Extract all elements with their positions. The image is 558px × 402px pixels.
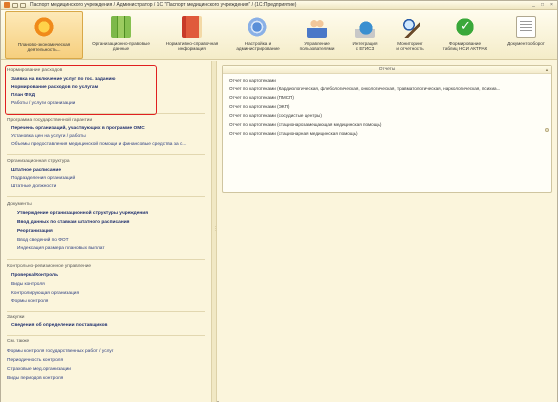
scroll-up-icon[interactable]: ▲ xyxy=(545,67,549,72)
nav-link[interactable]: Реорганизация xyxy=(17,229,53,234)
search-icon xyxy=(400,16,420,38)
divider xyxy=(7,196,205,197)
app-logo-icon xyxy=(4,2,10,8)
nav-link[interactable]: Штатные должности xyxy=(11,184,56,189)
nav-link[interactable]: Периодичность контроля xyxy=(7,358,63,363)
globe-icon xyxy=(355,16,375,38)
section-label: Настройка и администрирование xyxy=(236,41,280,51)
nav-link[interactable]: Контролирующая организация xyxy=(11,291,79,296)
red-book-icon xyxy=(182,16,202,38)
section-header: Организационная структура xyxy=(7,159,70,164)
report-link[interactable]: Отчет по картотеками (стационарная медиц… xyxy=(229,131,358,136)
nav-link[interactable]: Подразделения организаций xyxy=(11,176,75,181)
nav-link[interactable]: Установка цен на услуги / работы xyxy=(11,134,86,139)
divider xyxy=(7,259,205,260)
section-egisz[interactable]: Интеграция с ЕГИСЗ xyxy=(345,11,385,59)
scrollbar-thumb[interactable] xyxy=(545,128,549,132)
minimize-button[interactable]: _ xyxy=(530,2,537,8)
section-document-flow[interactable]: Документооборот xyxy=(497,11,555,59)
maximize-button[interactable]: □ xyxy=(539,2,546,8)
close-button[interactable]: × xyxy=(548,2,555,8)
section-legal-data[interactable]: Организационно-правовые данные xyxy=(85,11,157,59)
window-controls: _ □ × xyxy=(530,2,555,8)
section-nsi-tables[interactable]: Формирование таблиц НСИ АКТРАК xyxy=(435,11,495,59)
section-header: Закупки xyxy=(7,315,25,320)
report-link[interactable]: Отчет по картотеками xyxy=(229,78,276,83)
divider xyxy=(7,311,205,312)
main-window: Паспорт медицинского учреждения / Админи… xyxy=(0,0,558,402)
nav-link[interactable]: Виды контроля xyxy=(11,282,45,287)
nav-link[interactable]: Сведения об определении поставщиков xyxy=(11,323,107,328)
section-label: Организационно-правовые данные xyxy=(92,41,150,51)
title-bar: Паспорт медицинского учреждения / Админи… xyxy=(1,1,557,10)
reports-panel: Отчеты Отчет по картотеками Отчет по кар… xyxy=(222,65,552,193)
nav-link[interactable]: Страховые мед.организации xyxy=(7,367,71,372)
nav-link[interactable]: Перечень организаций, участвующих в прог… xyxy=(11,126,145,131)
section-label: Интеграция с ЕГИСЗ xyxy=(352,41,378,51)
section-label: Формирование таблиц НСИ АКТРАК xyxy=(442,41,488,51)
section-header: См. также xyxy=(7,339,30,344)
nav-link[interactable]: Ввод данных по ставкам штатного расписан… xyxy=(17,220,129,225)
nav-link[interactable]: Формы контроля государственных работ / у… xyxy=(7,349,114,354)
window-title: Паспорт медицинского учреждения / Админи… xyxy=(30,2,297,8)
section-label: Документооборот xyxy=(507,41,545,46)
section-economic-activity[interactable]: Планово-экономическая деятельность... xyxy=(5,11,83,59)
nav-link[interactable]: Штатное расписание xyxy=(11,168,61,173)
report-link[interactable]: Отчет по картотеками (сосудистые центры) xyxy=(229,113,322,118)
nav-link[interactable]: Индексация размера плановых выплат xyxy=(17,246,105,251)
divider xyxy=(7,335,205,336)
report-link[interactable]: Отчет по картотеками (ПМСП) xyxy=(229,95,294,100)
section-label: Нормативно-справочная информация xyxy=(165,41,219,51)
nav-link[interactable]: Утверждение организационной структуры уч… xyxy=(17,211,148,216)
settings-icon xyxy=(248,16,268,38)
report-link[interactable]: Отчет по картотеками (стационарозамещающ… xyxy=(229,122,381,127)
nav-link[interactable]: Виды периодов контроля xyxy=(7,376,63,381)
reports-title: Отчеты xyxy=(223,66,551,74)
nav-link[interactable]: Формы контроля xyxy=(11,299,48,304)
highlight-frame xyxy=(5,65,157,115)
nav-link[interactable]: Проверка/Контроль xyxy=(11,273,58,278)
section-header: Программа государственной гарантии xyxy=(7,118,93,123)
section-label: Управление пользователями xyxy=(299,41,335,51)
nav-link[interactable]: Ввод сведений по ФОТ xyxy=(17,238,69,243)
check-icon xyxy=(455,16,475,38)
content-panel: Отчеты Отчет по картотеками Отчет по кар… xyxy=(219,61,557,402)
document-icon xyxy=(516,16,536,38)
section-reference-info[interactable]: Нормативно-справочная информация xyxy=(159,11,225,59)
star-icon xyxy=(34,17,54,39)
report-link[interactable]: Отчет по картотеками (ЭКП) xyxy=(229,104,289,109)
section-monitoring[interactable]: Мониторинг и отчетность xyxy=(387,11,433,59)
back-icon[interactable] xyxy=(20,2,26,8)
report-link[interactable]: Отчет по картотеками (Кардиологическая, … xyxy=(229,86,500,91)
menu-icon[interactable] xyxy=(12,2,18,8)
divider xyxy=(7,154,205,155)
users-icon xyxy=(307,16,327,38)
nav-link[interactable]: Объемы предоставления медицинской помощи… xyxy=(11,142,186,147)
section-administration[interactable]: Настройка и администрирование xyxy=(227,11,289,59)
section-header: Контрольно-ревизионное управление xyxy=(7,264,92,269)
panel-splitter[interactable]: ⋮ xyxy=(211,61,218,402)
section-label: Планово-экономическая деятельность... xyxy=(17,42,71,52)
section-label: Мониторинг и отчетность xyxy=(396,41,424,51)
books-icon xyxy=(111,16,131,38)
section-header: Документы xyxy=(7,202,32,207)
section-users[interactable]: Управление пользователями xyxy=(291,11,343,59)
sections-toolbar: Планово-экономическая деятельность... Ор… xyxy=(1,10,557,60)
splitter-grip-icon: ⋮ xyxy=(213,226,218,232)
